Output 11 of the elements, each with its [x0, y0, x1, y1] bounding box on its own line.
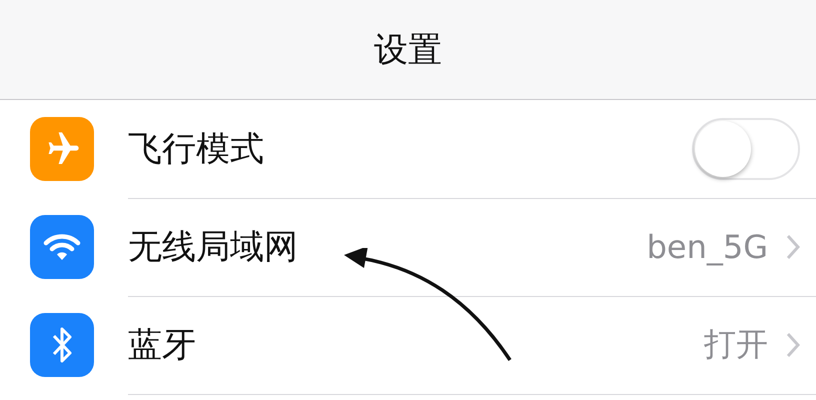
toggle-switch[interactable] [692, 118, 800, 180]
setting-label[interactable]: 无线局域网 [128, 224, 647, 270]
bluetooth-icon [50, 325, 74, 365]
setting-value: 打开 [704, 324, 768, 364]
wifi-icon [43, 232, 81, 262]
page-title: 设置 [374, 28, 442, 72]
setting-value: ben_5G [646, 228, 768, 266]
setting-label[interactable]: 飞行模式 [128, 126, 692, 172]
chevron-icon [786, 234, 800, 260]
chevron-icon [786, 332, 800, 358]
setting-label[interactable]: 蓝牙 [128, 322, 704, 368]
